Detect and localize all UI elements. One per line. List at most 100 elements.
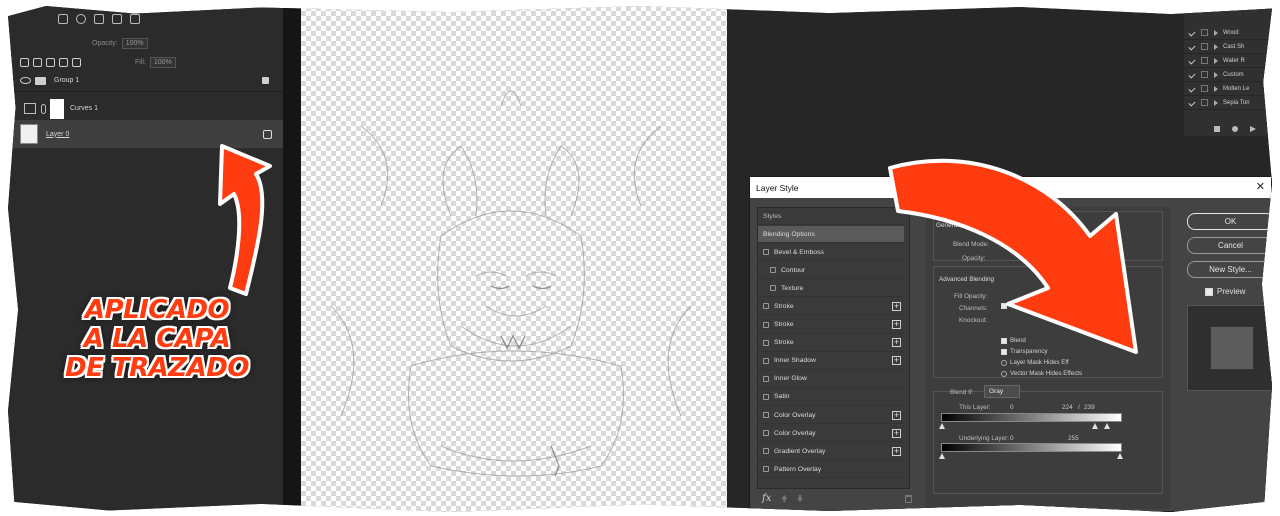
checkmark-icon[interactable] bbox=[1188, 98, 1196, 107]
vector-mask-option[interactable]: Vector Mask Hides Effects bbox=[1001, 370, 1082, 377]
expand-triangle-icon[interactable] bbox=[1214, 29, 1218, 36]
record-icon[interactable] bbox=[1232, 126, 1238, 132]
dialog-titlebar[interactable]: Layer Style ✕ bbox=[750, 177, 1271, 198]
style-item[interactable]: Inner Shadow + bbox=[758, 353, 904, 370]
action-item[interactable]: Custom bbox=[1184, 68, 1272, 82]
checkbox-icon[interactable] bbox=[763, 448, 769, 455]
add-style-icon[interactable]: + bbox=[892, 356, 901, 366]
chain-link-icon[interactable] bbox=[41, 103, 46, 114]
lock-brush-icon[interactable] bbox=[33, 57, 42, 67]
action-item[interactable]: Cast Sh bbox=[1184, 40, 1272, 54]
add-style-icon[interactable]: + bbox=[892, 338, 901, 348]
checkmark-icon[interactable] bbox=[1188, 28, 1196, 37]
close-icon[interactable]: ✕ bbox=[1256, 181, 1265, 193]
checkmark-icon[interactable] bbox=[1188, 70, 1196, 79]
action-item[interactable]: Wood bbox=[1184, 26, 1272, 40]
style-item[interactable]: Bevel & Emboss bbox=[758, 244, 904, 262]
style-item[interactable]: Texture bbox=[758, 280, 904, 298]
move-down-icon[interactable] bbox=[797, 495, 803, 502]
checkmark-icon[interactable] bbox=[1188, 84, 1196, 93]
add-style-icon[interactable]: + bbox=[892, 410, 901, 420]
expand-triangle-icon[interactable] bbox=[1214, 71, 1218, 78]
lock-transparent-icon[interactable] bbox=[20, 57, 29, 67]
checkbox-icon[interactable] bbox=[770, 285, 776, 292]
checkmark-icon[interactable] bbox=[1188, 56, 1196, 65]
checkbox-icon[interactable] bbox=[1001, 359, 1007, 366]
style-item[interactable]: Color Overlay + bbox=[758, 407, 904, 424]
stop-icon[interactable] bbox=[1214, 126, 1220, 132]
checkbox-checked-icon[interactable] bbox=[1001, 348, 1007, 355]
add-style-icon[interactable]: + bbox=[892, 446, 901, 456]
action-item[interactable]: Water R bbox=[1184, 54, 1272, 68]
dialog-toggle-icon[interactable] bbox=[1201, 57, 1208, 64]
transparency-shapes-option[interactable]: Transparency bbox=[1001, 348, 1048, 355]
cancel-button[interactable]: Cancel bbox=[1187, 237, 1272, 254]
pixel-filter-icon[interactable] bbox=[58, 14, 68, 24]
dialog-toggle-icon[interactable] bbox=[1201, 43, 1208, 50]
style-item[interactable]: Satin bbox=[758, 389, 904, 406]
checkbox-icon[interactable] bbox=[763, 339, 769, 346]
layer-thumbnail[interactable] bbox=[20, 124, 38, 144]
opacity-field[interactable]: 100% bbox=[121, 37, 148, 49]
expand-triangle-icon[interactable] bbox=[1214, 43, 1218, 50]
underlying-white-slider[interactable] bbox=[1117, 453, 1123, 459]
this-layer-white-slider-a[interactable] bbox=[1092, 423, 1098, 429]
expand-triangle-icon[interactable] bbox=[1214, 85, 1218, 92]
checkbox-icon[interactable] bbox=[763, 321, 769, 328]
style-item[interactable]: Stroke + bbox=[758, 298, 904, 316]
adjustment-filter-icon[interactable] bbox=[76, 14, 86, 24]
new-style-button[interactable]: New Style... bbox=[1187, 261, 1272, 278]
dialog-toggle-icon[interactable] bbox=[1201, 85, 1208, 92]
lock-move-icon[interactable] bbox=[46, 57, 55, 67]
add-style-icon[interactable]: + bbox=[892, 428, 901, 438]
checkbox-checked-icon[interactable] bbox=[1001, 337, 1007, 344]
checkbox-icon[interactable] bbox=[763, 393, 769, 400]
play-icon[interactable] bbox=[1250, 126, 1256, 132]
move-up-icon[interactable] bbox=[781, 495, 788, 502]
layer-row-layer0[interactable]: Layer 0 bbox=[8, 120, 283, 148]
expand-triangle-icon[interactable] bbox=[1214, 57, 1218, 64]
checkbox-checked-icon[interactable] bbox=[1001, 303, 1007, 309]
style-item[interactable]: Pattern Overlay bbox=[758, 461, 904, 479]
style-item[interactable]: Color Overlay + bbox=[758, 425, 904, 443]
mask-thumbnail[interactable] bbox=[50, 98, 64, 119]
checkbox-icon[interactable] bbox=[763, 357, 769, 364]
fx-icon[interactable]: fx bbox=[762, 493, 771, 504]
layer-row-group[interactable]: Group 1 bbox=[8, 70, 283, 92]
channel-checkbox[interactable] bbox=[1001, 303, 1010, 309]
style-item[interactable]: Stroke + bbox=[758, 335, 904, 352]
checkbox-icon[interactable] bbox=[763, 303, 769, 310]
ok-button[interactable]: OK bbox=[1187, 213, 1272, 230]
add-style-icon[interactable]: + bbox=[892, 320, 901, 329]
shape-filter-icon[interactable] bbox=[112, 14, 122, 24]
styles-header[interactable]: Styles bbox=[758, 208, 904, 225]
type-filter-icon[interactable] bbox=[94, 14, 104, 24]
this-layer-white-slider-b[interactable] bbox=[1104, 423, 1110, 429]
checkbox-icon[interactable] bbox=[1001, 370, 1007, 377]
checkbox-icon[interactable] bbox=[763, 466, 769, 473]
visibility-eye-icon[interactable] bbox=[20, 77, 31, 84]
style-item[interactable]: Blending Options bbox=[758, 226, 904, 243]
lock-all-icon[interactable] bbox=[72, 57, 81, 67]
checkbox-checked-icon[interactable] bbox=[1205, 287, 1213, 296]
document-canvas[interactable] bbox=[301, 6, 727, 512]
style-item[interactable]: Stroke + bbox=[758, 317, 904, 334]
checkbox-icon[interactable] bbox=[763, 375, 769, 382]
smart-object-filter-icon[interactable] bbox=[130, 14, 140, 24]
lock-artboard-icon[interactable] bbox=[59, 57, 68, 67]
checkbox-icon[interactable] bbox=[763, 249, 769, 256]
style-item[interactable]: Contour bbox=[758, 262, 904, 280]
style-item[interactable]: Inner Glow bbox=[758, 371, 904, 388]
dialog-toggle-icon[interactable] bbox=[1201, 29, 1208, 36]
trash-icon[interactable] bbox=[905, 495, 912, 503]
dialog-toggle-icon[interactable] bbox=[1201, 71, 1208, 78]
expand-triangle-icon[interactable] bbox=[1214, 99, 1218, 106]
layer-mask-option[interactable]: Layer Mask Hides Eff bbox=[1001, 359, 1069, 366]
this-layer-black-slider[interactable] bbox=[939, 423, 945, 429]
checkbox-icon[interactable] bbox=[770, 267, 776, 274]
add-style-icon[interactable]: + bbox=[892, 301, 901, 311]
fill-field[interactable]: 100% bbox=[149, 56, 176, 68]
checkbox-icon[interactable] bbox=[763, 412, 769, 418]
checkmark-icon[interactable] bbox=[1188, 42, 1196, 51]
checkbox-icon[interactable] bbox=[763, 430, 769, 437]
